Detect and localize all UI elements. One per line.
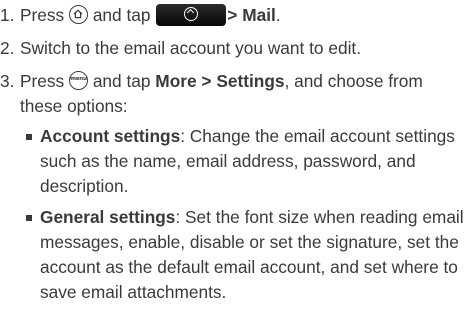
all-apps-button-icon — [156, 4, 227, 26]
home-key-icon — [69, 5, 88, 24]
settings-label: Settings — [216, 71, 285, 91]
option-title: Account settings — [40, 126, 181, 146]
bullet-icon — [26, 215, 32, 221]
bullet-icon — [26, 134, 32, 140]
step-text: Switch to the email account you want to … — [20, 38, 362, 58]
step-text: Press and tap > Mail. — [20, 4, 281, 26]
menu-key-icon: menu — [69, 71, 88, 90]
instruction-document: 1. Press and tap > Mail. 2. Switch to th… — [0, 0, 468, 327]
step-number: 1. — [0, 5, 15, 25]
option-title: General settings — [40, 207, 176, 227]
more-label: More — [155, 71, 197, 91]
option-text: General settings: Set the font size when… — [26, 205, 466, 305]
step-number: 2. — [0, 38, 15, 58]
step-text: Press menu and tap More > Settings, and … — [20, 71, 423, 116]
mail-label: Mail — [242, 5, 276, 25]
option-text: Account settings: Change the email accou… — [26, 124, 466, 199]
step-number: 3. — [0, 71, 15, 91]
